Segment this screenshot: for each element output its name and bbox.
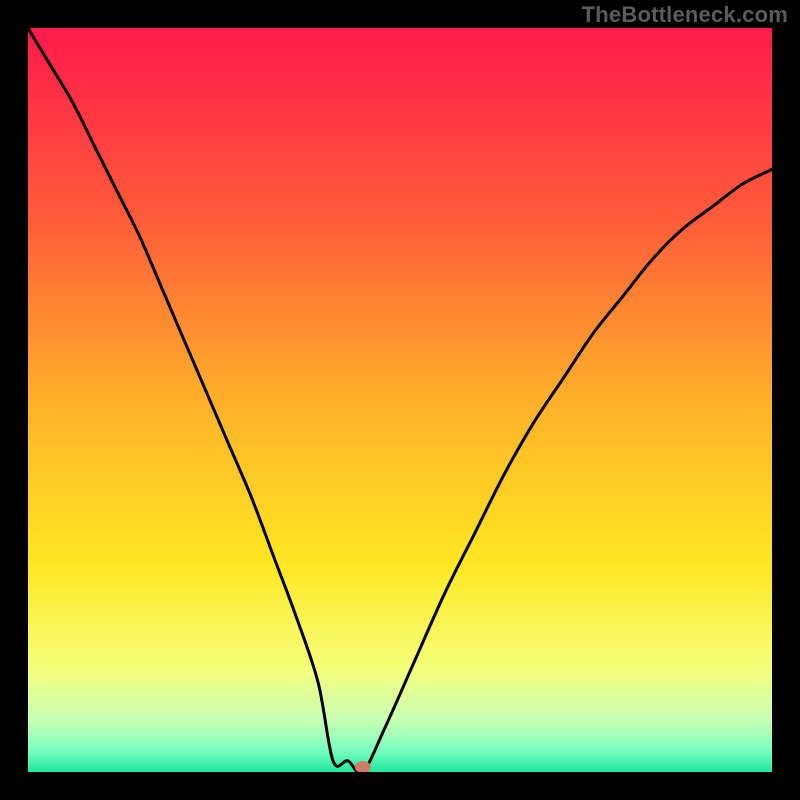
- chart-frame: TheBottleneck.com: [0, 0, 800, 800]
- plot-area: [28, 28, 772, 772]
- gradient-background: [28, 28, 772, 772]
- bottleneck-chart: [28, 28, 772, 772]
- watermark-text: TheBottleneck.com: [582, 2, 788, 28]
